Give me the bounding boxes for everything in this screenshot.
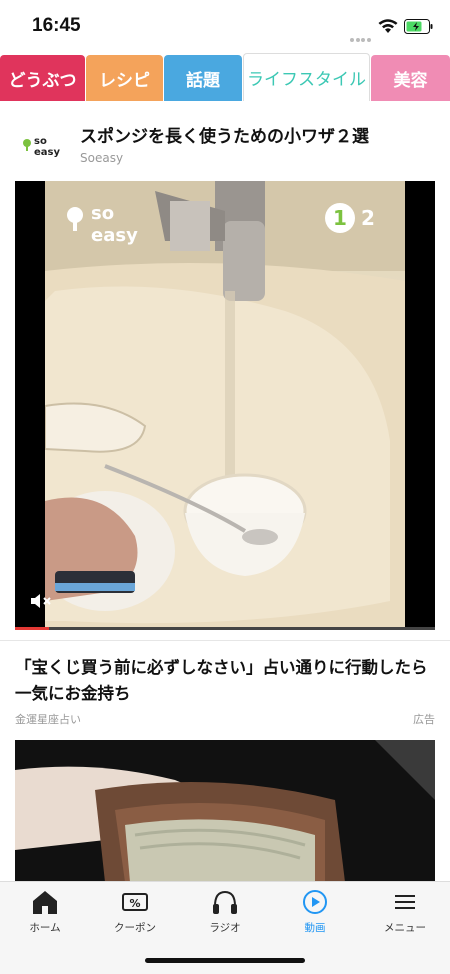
speaker-muted-icon[interactable] <box>29 591 53 611</box>
home-indicator <box>145 958 305 963</box>
video-player[interactable]: so easy 1 2 <box>15 181 435 630</box>
nav-radio[interactable]: ラジオ <box>180 888 270 940</box>
tab-topics[interactable]: 話題 <box>164 55 242 101</box>
ad-label: 広告 <box>413 713 435 726</box>
step-next: 2 <box>361 206 375 230</box>
home-icon <box>33 891 57 914</box>
tab-animals[interactable]: どうぶつ <box>0 55 85 101</box>
nav-coupon-label: クーポン <box>114 922 156 934</box>
ad-source: 金運星座占い <box>15 713 81 726</box>
category-tabs: どうぶつ レシピ 話題 ライフスタイル 美容 <box>0 53 450 101</box>
svg-text:easy: easy <box>34 147 60 158</box>
video-progress-bar[interactable] <box>15 627 435 630</box>
play-icon <box>303 890 327 914</box>
tab-beauty[interactable]: 美容 <box>371 55 450 101</box>
status-time: 16:45 <box>32 15 81 36</box>
tab-lifestyle[interactable]: ライフスタイル <box>243 53 370 101</box>
step-indicator: 1 2 <box>325 203 375 233</box>
article-header[interactable]: so easy スポンジを長く使うための小ワザ２選 Soeasy <box>0 118 450 178</box>
video-frame: so easy 1 2 <box>45 181 405 630</box>
nav-video[interactable]: 動画 <box>270 888 360 940</box>
battery-icon <box>404 19 433 34</box>
nav-menu-label: メニュー <box>384 922 426 934</box>
soeasy-logo: so easy <box>23 136 60 158</box>
svg-text:easy: easy <box>91 225 138 246</box>
nav-menu[interactable]: メニュー <box>360 888 450 940</box>
article-title[interactable]: スポンジを長く使うための小ワザ２選 <box>80 122 369 147</box>
article-source: Soeasy <box>80 151 124 165</box>
status-bar: 16:45 <box>0 0 450 52</box>
svg-text:so: so <box>34 136 47 147</box>
signal-icon <box>350 27 374 42</box>
divider <box>0 640 450 641</box>
wallet-photo <box>15 740 435 882</box>
ad-image[interactable] <box>15 740 435 882</box>
nav-radio-label: ラジオ <box>209 922 241 934</box>
video-progress-fill <box>15 627 49 630</box>
sink-scene <box>45 181 405 630</box>
tab-recipes[interactable]: レシピ <box>86 55 163 101</box>
coupon-icon: % <box>122 893 148 911</box>
svg-text:so: so <box>91 203 114 224</box>
wifi-icon <box>378 19 398 33</box>
menu-icon <box>395 895 415 909</box>
nav-coupon[interactable]: % クーポン <box>90 888 180 940</box>
nav-home[interactable]: ホーム <box>0 888 90 940</box>
video-logo: so easy <box>67 203 138 246</box>
svg-text:%: % <box>129 897 140 910</box>
nav-home-label: ホーム <box>29 922 61 934</box>
nav-video-label: 動画 <box>304 922 326 934</box>
ad-title[interactable]: 「宝くじ買う前に必ずしなさい」占い通りに行動したら一気にお金持ち <box>15 655 435 707</box>
headphones-icon <box>213 890 237 914</box>
step-current: 1 <box>325 203 355 233</box>
